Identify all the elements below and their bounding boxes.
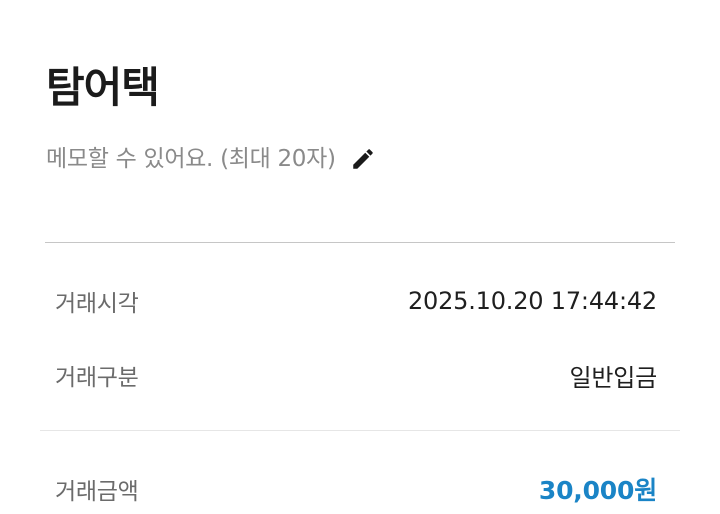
pencil-icon[interactable] [350,146,376,172]
section-divider [45,242,675,243]
amount-label: 거래금액 [55,479,139,505]
amount-value: 30,000원 [538,476,657,505]
time-label: 거래시각 [55,291,139,317]
detail-row-type: 거래구분 일반입금 [55,355,657,395]
detail-row-time: 거래시각 2025.10.20 17:44:42 [55,281,657,321]
amount-divider [40,430,680,431]
memo-placeholder: 메모할 수 있어요. (최대 20자) [46,146,336,172]
type-label: 거래구분 [55,365,139,391]
detail-row-amount: 거래금액 30,000원 [55,469,657,509]
page-title: 탐어택 [46,63,160,112]
memo-edit-row[interactable]: 메모할 수 있어요. (최대 20자) [46,141,376,177]
time-value: 2025.10.20 17:44:42 [407,287,657,315]
type-value: 일반입금 [569,363,657,392]
